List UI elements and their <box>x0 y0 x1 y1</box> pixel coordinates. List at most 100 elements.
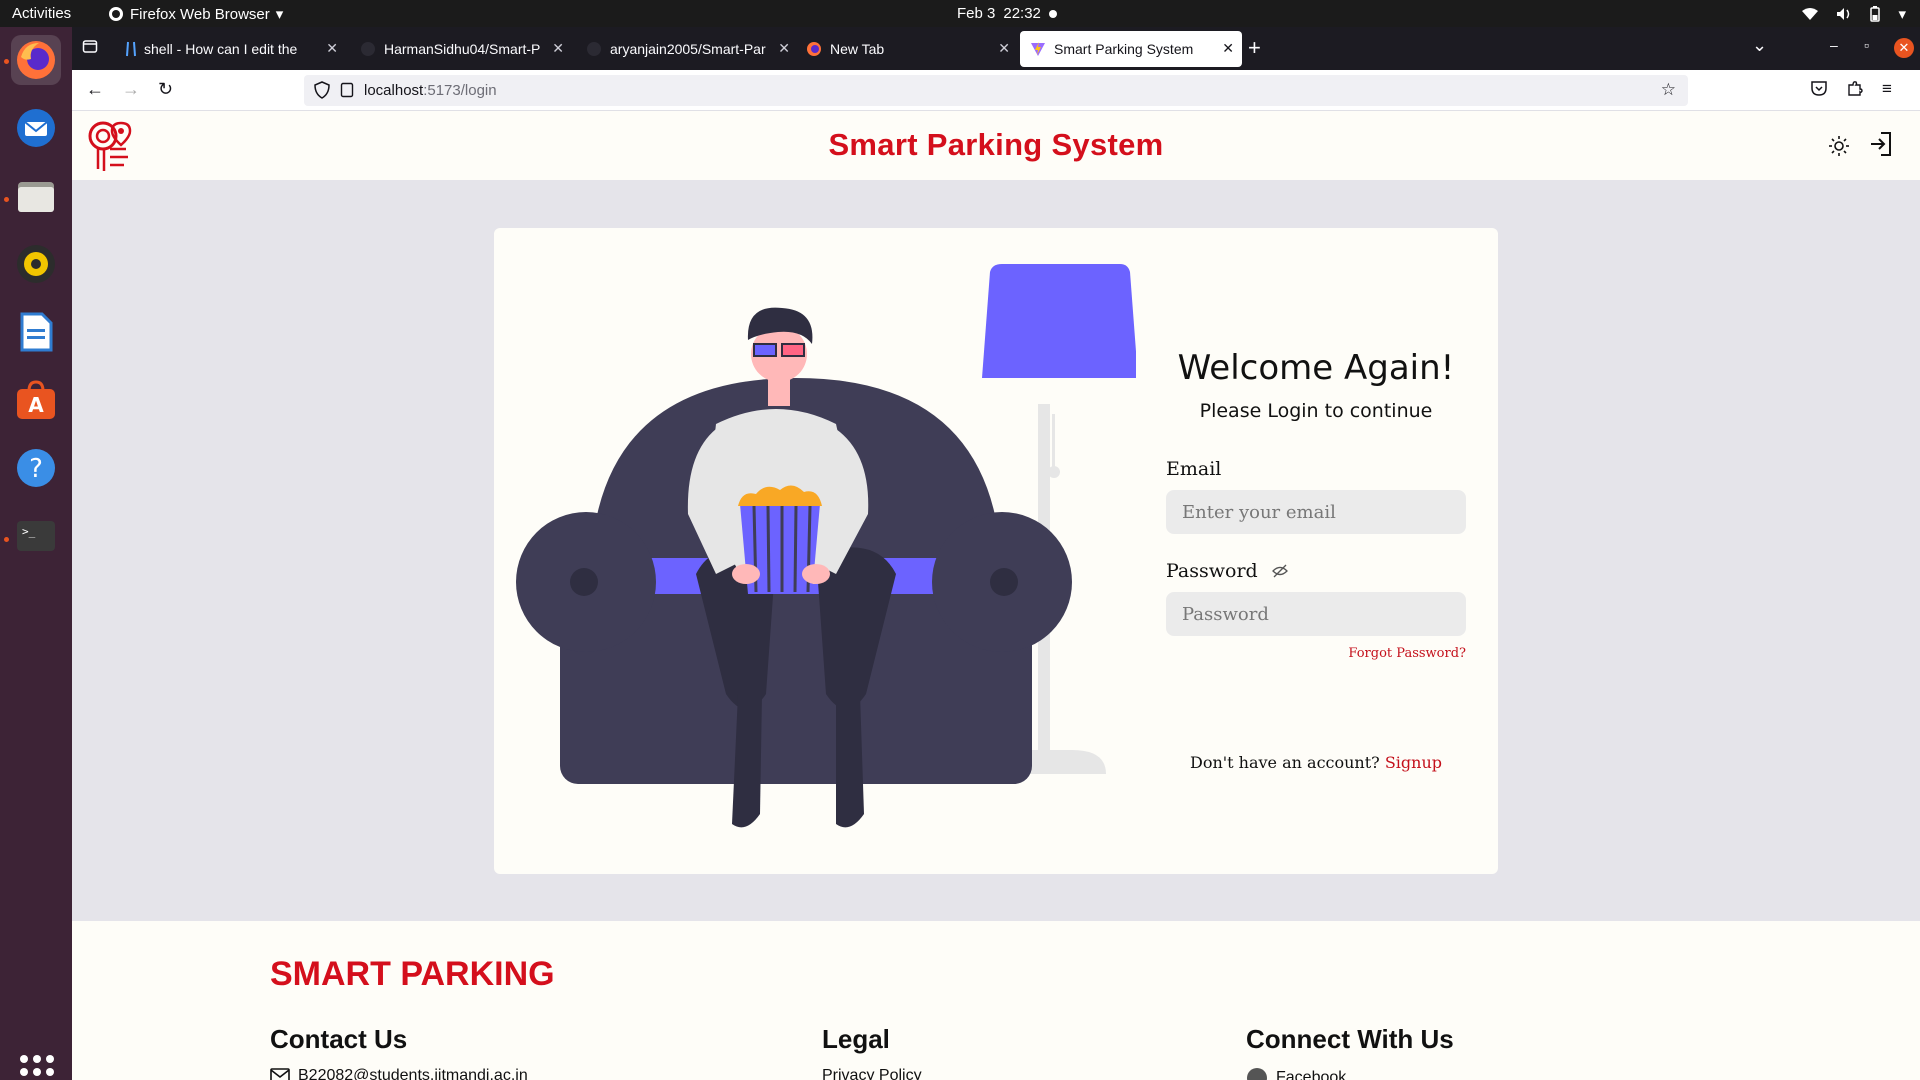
battery-icon <box>1870 6 1881 22</box>
page-info-icon[interactable] <box>340 82 354 98</box>
contact-email-text: B22082@students.iitmandi.ac.in <box>298 1067 528 1080</box>
tab-3[interactable]: aryanjain2005/Smart-Par ✕ <box>576 31 798 67</box>
svg-text:>_: >_ <box>22 525 36 538</box>
activities-button[interactable]: Activities <box>12 5 71 22</box>
dock-files[interactable] <box>11 171 61 221</box>
web-page: Smart Parking System Welcome Again! Plea… <box>72 111 1920 1080</box>
signup-prompt: Don't have an account? Signup <box>1166 753 1466 772</box>
reload-icon[interactable]: ↻ <box>158 79 173 100</box>
dock-rhythmbox[interactable] <box>11 239 61 289</box>
password-label: Password <box>1166 560 1466 582</box>
list-all-tabs-chevron-icon[interactable]: ⌄ <box>1752 35 1767 56</box>
login-subtitle: Please Login to continue <box>1199 400 1433 422</box>
github-icon <box>587 42 601 56</box>
connect-with-us-heading: Connect With Us <box>1246 1024 1454 1054</box>
eye-slash-icon[interactable] <box>1271 564 1288 578</box>
clock-time: 22:32 <box>1003 5 1041 22</box>
facebook-icon <box>1247 1068 1267 1080</box>
password-field[interactable] <box>1166 592 1466 636</box>
svg-text:?: ? <box>29 454 43 484</box>
rhythmbox-icon <box>17 245 55 283</box>
thunderbird-icon <box>17 109 55 147</box>
url-text: localhost:5173/login <box>364 82 497 99</box>
dock-app-center[interactable]: A <box>11 375 61 425</box>
writer-icon <box>20 312 53 352</box>
close-icon[interactable]: ✕ <box>998 40 1010 57</box>
running-indicator <box>4 537 9 542</box>
firefox-icon <box>807 42 821 56</box>
login-form: Welcome Again! Please Login to continue … <box>1166 348 1466 772</box>
chevron-down-icon: ▾ <box>275 6 284 23</box>
files-icon <box>18 182 54 212</box>
restore-icon[interactable]: ▫ <box>1864 37 1869 53</box>
close-icon[interactable]: ✕ <box>552 40 564 57</box>
window-close-icon[interactable]: ✕ <box>1894 38 1914 58</box>
github-icon <box>361 42 375 56</box>
vite-icon <box>1031 42 1045 56</box>
signup-link[interactable]: Signup <box>1385 753 1442 772</box>
svg-text:A: A <box>28 393 44 417</box>
privacy-policy-link[interactable]: Privacy Policy <box>822 1067 922 1080</box>
system-top-bar: Activities Firefox Web Browser ▾ Feb 3 2… <box>0 0 1920 27</box>
new-tab-plus-icon[interactable]: + <box>1248 35 1261 61</box>
person-on-sofa-illustration <box>516 264 1136 828</box>
close-icon[interactable]: ✕ <box>778 40 790 57</box>
login-icon[interactable] <box>1869 131 1893 157</box>
navigation-toolbar: ← → ↻ localhost:5173/login ☆ ≡ <box>72 70 1920 111</box>
app-center-icon: A <box>17 380 55 419</box>
minimize-icon[interactable]: – <box>1830 37 1838 53</box>
help-icon: ? <box>17 449 55 487</box>
tab-4[interactable]: New Tab ✕ <box>796 31 1018 67</box>
site-header: Smart Parking System <box>72 111 1920 180</box>
app-menu[interactable]: Firefox Web Browser ▾ <box>108 5 283 23</box>
no-account-text: Don't have an account? <box>1189 753 1380 772</box>
close-icon[interactable]: ✕ <box>326 40 338 57</box>
site-footer: SMART PARKING Contact Us B22082@students… <box>72 921 1920 1080</box>
show-apps-grid-icon[interactable] <box>20 1055 54 1080</box>
pocket-icon[interactable] <box>1810 79 1828 97</box>
tab-title: shell - How can I edit the <box>144 41 298 57</box>
clock[interactable]: Feb 3 22:32 <box>957 5 1057 22</box>
dock-help[interactable]: ? <box>11 443 61 493</box>
firefox-icon <box>17 41 55 79</box>
legal-heading: Legal <box>822 1024 890 1054</box>
facebook-link[interactable]: Facebook <box>1246 1067 1346 1080</box>
tab-5-active[interactable]: Smart Parking System ✕ <box>1020 31 1242 67</box>
tab-1[interactable]: shell - How can I edit the ✕ <box>116 31 346 67</box>
dock-terminal[interactable]: >_ <box>11 511 61 561</box>
hamburger-menu-icon[interactable]: ≡ <box>1882 79 1892 99</box>
footer-brand: SMART PARKING <box>270 955 555 993</box>
forward-arrow-icon[interactable]: → <box>122 79 140 100</box>
tab-2[interactable]: HarmanSidhu04/Smart-P ✕ <box>350 31 572 67</box>
back-arrow-icon[interactable]: ← <box>86 79 104 100</box>
facebook-text: Facebook <box>1276 1069 1347 1080</box>
login-card: Welcome Again! Please Login to continue … <box>494 228 1498 874</box>
system-status-area[interactable]: ▾ <box>1802 5 1906 23</box>
theme-toggle-sun-icon[interactable] <box>1828 135 1850 157</box>
firefox-window: shell - How can I edit the ✕ HarmanSidhu… <box>72 27 1920 1080</box>
dock-firefox[interactable] <box>11 35 61 85</box>
firefox-icon <box>109 7 123 21</box>
welcome-heading: Welcome Again! <box>1177 348 1455 388</box>
app-menu-label: Firefox Web Browser <box>130 5 270 23</box>
site-title: Smart Parking System <box>828 127 1164 162</box>
dock-thunderbird[interactable] <box>11 103 61 153</box>
tracking-protection-shield-icon[interactable] <box>314 81 330 99</box>
contact-email[interactable]: B22082@students.iitmandi.ac.in <box>270 1067 528 1080</box>
extensions-puzzle-icon[interactable] <box>1846 79 1864 97</box>
tab-title: aryanjain2005/Smart-Par <box>610 41 766 57</box>
dock-writer[interactable] <box>11 307 61 357</box>
email-label: Email <box>1166 458 1466 480</box>
email-label-text: Email <box>1166 458 1222 480</box>
password-label-text: Password <box>1166 560 1258 582</box>
tab-overview-icon[interactable] <box>82 38 98 54</box>
stackexchange-icon <box>126 41 136 57</box>
forgot-password-link[interactable]: Forgot Password? <box>1166 646 1466 661</box>
notification-dot-icon <box>1048 9 1057 18</box>
email-field[interactable] <box>1166 490 1466 534</box>
bookmark-star-icon[interactable]: ☆ <box>1661 80 1676 100</box>
close-icon[interactable]: ✕ <box>1222 40 1234 57</box>
url-bar[interactable]: localhost:5173/login ☆ <box>304 75 1688 106</box>
url-path: :5173/login <box>423 82 497 99</box>
running-indicator <box>4 197 9 202</box>
